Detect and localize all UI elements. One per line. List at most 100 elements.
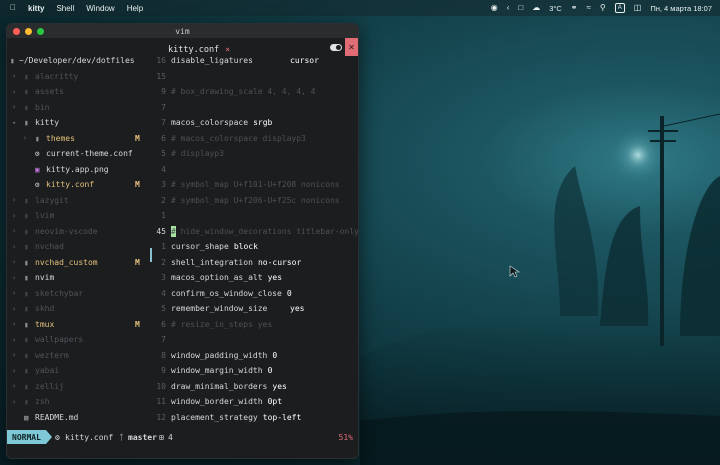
code-line[interactable]: 15	[150, 69, 358, 85]
tree-item[interactable]: ⚙ kitty.conf M	[7, 177, 152, 193]
tree-item[interactable]: › ▮ wezterm	[7, 348, 152, 364]
chevron-right-icon[interactable]: ›	[12, 382, 16, 390]
code-line[interactable]: 9 # box_drawing_scale 4, 4, 4, 4	[150, 84, 358, 100]
tree-item[interactable]: › ▮ bin	[7, 100, 152, 116]
tree-item[interactable]: › ▮ lazygit	[7, 193, 152, 209]
chevron-right-icon[interactable]: ›	[12, 289, 16, 297]
apple-icon[interactable]: 	[10, 0, 16, 16]
tree-item[interactable]: › ▮ skhd	[7, 301, 152, 317]
code-line[interactable]: 7	[150, 100, 358, 116]
code-line[interactable]: 2 # symbol_map U+f206-U+f25c nonicons	[150, 193, 358, 209]
chevron-right-icon[interactable]: ›	[12, 367, 16, 375]
tree-item[interactable]: ▾ ▮ kitty	[7, 115, 152, 131]
tree-item[interactable]: › ▮ themes M	[7, 131, 152, 147]
code-line[interactable]: 3 # symbol_map U+f101-U+f208 nonicons	[150, 177, 358, 193]
close-window-button[interactable]	[13, 27, 20, 35]
zoom-window-button[interactable]	[37, 27, 44, 35]
input-source[interactable]: A	[614, 3, 625, 13]
menu-app-name[interactable]: kitty	[28, 4, 44, 13]
line-number: 8	[161, 350, 166, 360]
chevron-right-icon[interactable]: ›	[12, 336, 16, 344]
code-line[interactable]: 3 macos_option_as_alt yes	[150, 270, 358, 286]
code-line[interactable]: 7 macos_colorspace srgb	[150, 115, 358, 131]
weather-temp[interactable]: 3°C	[549, 4, 562, 13]
code-key: disable_ligatures	[171, 56, 253, 66]
code-line[interactable]: 5 # displayp3	[150, 146, 358, 162]
code-line[interactable]: 12 placement_strategy top-left	[150, 410, 358, 426]
tree-item[interactable]: › ▮ nvchad	[7, 239, 152, 255]
code-line[interactable]: 5 remember_window_size yes	[150, 301, 358, 317]
code-line[interactable]: 10 draw_minimal_borders yes	[150, 379, 358, 395]
search-icon[interactable]: ⚲	[600, 0, 606, 16]
wifi-icon[interactable]: ≈	[587, 0, 591, 16]
chevron-right-icon[interactable]: ›	[12, 72, 16, 80]
editor-pane[interactable]: 16 disable_ligatures cursor 15 9 # box_drawin…	[150, 53, 358, 433]
code-line[interactable]: 7	[150, 332, 358, 348]
control-center-icon[interactable]: ◫	[634, 0, 642, 16]
code-line[interactable]: 6 # macos_colorspace displayp3	[150, 131, 358, 147]
code-line[interactable]: 4	[150, 162, 358, 178]
tree-item-label: zsh	[35, 397, 50, 407]
tree-item[interactable]: › ▮ tmux M	[7, 317, 152, 333]
window-titlebar[interactable]: vim	[7, 24, 358, 38]
code-line[interactable]: 9 window_margin_width 0	[150, 363, 358, 379]
chevron-right-icon[interactable]: ›	[12, 274, 16, 282]
tree-item[interactable]: ▣ kitty.app.png	[7, 162, 152, 178]
code-line[interactable]: 6 # resize_in_steps yes	[150, 317, 358, 333]
tree-root[interactable]: ▮ ~/Developer/dev/dotfiles	[7, 53, 152, 69]
vim-window[interactable]: vim kitty.conf × ✕ ▮ ~/Developer/dev/dotf…	[6, 23, 359, 459]
tree-item[interactable]: › ▮ zsh	[7, 394, 152, 410]
chevron-right-icon[interactable]: ›	[12, 320, 16, 328]
chevron-right-icon[interactable]: ›	[12, 398, 16, 406]
toggle-theme-icon[interactable]	[330, 44, 342, 51]
tree-item[interactable]: › ▮ lvim	[7, 208, 152, 224]
headphones-icon[interactable]: ⚭	[571, 0, 578, 16]
tree-item[interactable]: › ▮ yabai	[7, 363, 152, 379]
tree-item[interactable]: › ▮ nvim	[7, 270, 152, 286]
code-value: 0pt	[267, 397, 283, 407]
code-line[interactable]: 45 # hide_window_decorations titlebar-onl…	[150, 224, 358, 240]
document-icon[interactable]: □	[518, 0, 523, 16]
chevron-right-icon[interactable]: ›	[12, 305, 16, 313]
chevron-right-icon[interactable]: ›	[12, 88, 16, 96]
menu-help[interactable]: Help	[127, 4, 143, 13]
chevron-right-icon[interactable]: ›	[12, 196, 16, 204]
chevron-left-icon[interactable]: ‹	[507, 0, 510, 16]
code-line[interactable]: 2 shell_integration no-cursor	[150, 255, 358, 271]
chevron-right-icon[interactable]: ›	[12, 227, 16, 235]
chevron-right-icon[interactable]: ›	[23, 134, 27, 142]
code-line[interactable]: 11 window_border_width 0pt	[150, 394, 358, 410]
record-icon[interactable]: ◉	[491, 0, 498, 16]
code-value: 0	[286, 288, 292, 298]
tree-item[interactable]: › ▮ sketchybar	[7, 286, 152, 302]
chevron-right-icon[interactable]: ›	[12, 351, 16, 359]
menubar-clock[interactable]: Пн, 4 марта 18:07	[650, 4, 712, 13]
chevron-right-icon[interactable]: ›	[12, 212, 16, 220]
code-line[interactable]: 16 disable_ligatures cursor	[150, 53, 358, 69]
tree-item[interactable]: ▩ README.md	[7, 410, 152, 426]
tree-item-label: sketchybar	[35, 288, 84, 298]
cloud-icon[interactable]: ☁	[532, 0, 540, 16]
code-line[interactable]: 1	[150, 208, 358, 224]
tree-item[interactable]: › ▮ neovim-vscode	[7, 224, 152, 240]
line-number: 4	[161, 288, 166, 298]
menu-shell[interactable]: Shell	[56, 4, 74, 13]
tree-item-label: nvchad_custom	[35, 257, 98, 267]
chevron-right-icon[interactable]: ›	[12, 103, 16, 111]
chevron-right-icon[interactable]: ›	[12, 243, 16, 251]
code-line[interactable]: 8 window_padding_width 0	[150, 348, 358, 364]
minimize-window-button[interactable]	[25, 27, 32, 35]
tree-item[interactable]: ⚙ current-theme.conf	[7, 146, 152, 162]
tree-item[interactable]: › ▮ alacritty	[7, 69, 152, 85]
menu-window[interactable]: Window	[86, 4, 114, 13]
code-line[interactable]: 4 confirm_os_window_close 0	[150, 286, 358, 302]
tree-item[interactable]: › ▮ wallpapers	[7, 332, 152, 348]
tree-item[interactable]: › ▮ zellij	[7, 379, 152, 395]
chevron-down-icon[interactable]: ▾	[12, 119, 16, 127]
chevron-right-icon[interactable]: ›	[12, 258, 16, 266]
code-line[interactable]: 1 cursor_shape block	[150, 239, 358, 255]
code-key: window_margin_width	[171, 366, 263, 376]
code-value: yes	[272, 381, 287, 391]
tree-item[interactable]: › ▮ assets	[7, 84, 152, 100]
tree-item[interactable]: › ▮ nvchad_custom M	[7, 255, 152, 271]
